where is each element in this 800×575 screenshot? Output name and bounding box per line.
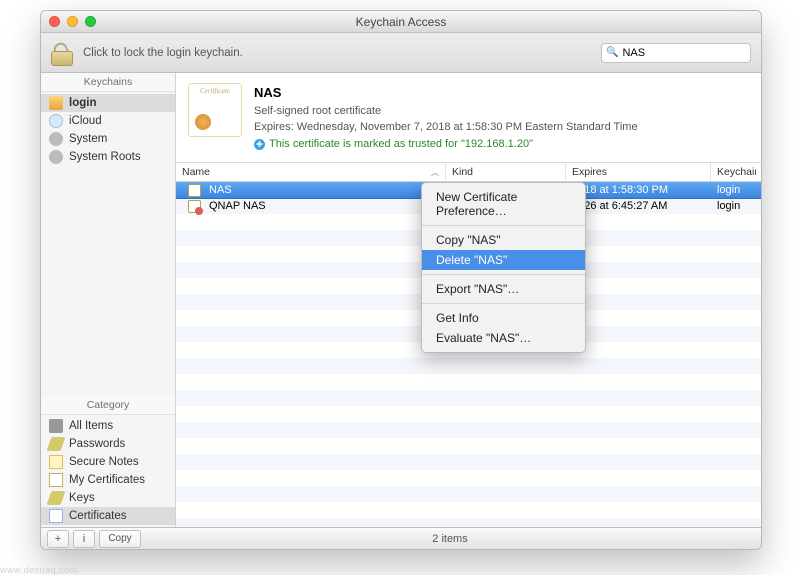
sidebar-item-label: Certificates xyxy=(69,510,127,522)
context-menu[interactable]: New Certificate Preference… Copy "NAS"Del… xyxy=(421,182,586,353)
keychain-access-window: Keychain Access Click to lock the login … xyxy=(40,10,762,550)
sidebar-item-label: All Items xyxy=(69,420,113,432)
ic-certs-icon xyxy=(49,509,63,523)
lock-hint-text: Click to lock the login keychain. xyxy=(83,47,243,59)
ic-gear-icon xyxy=(49,132,63,146)
sort-indicator-icon: ︿ xyxy=(431,167,439,178)
menu-separator xyxy=(422,225,585,226)
sidebar-item-label: login xyxy=(69,97,96,109)
menu-item[interactable]: New Certificate Preference… xyxy=(422,187,585,221)
sidebar-item-label: System xyxy=(69,133,107,145)
item-count: 2 items xyxy=(145,533,755,545)
ic-folder-icon xyxy=(49,96,63,110)
menu-item[interactable]: Get Info xyxy=(422,308,585,328)
menu-item[interactable]: Delete "NAS" xyxy=(422,250,585,270)
row-expires: 2026 at 6:45:27 AM xyxy=(566,197,711,215)
titlebar[interactable]: Keychain Access xyxy=(41,11,761,33)
ic-key-icon xyxy=(46,437,65,451)
copy-button[interactable]: Copy xyxy=(99,530,141,548)
col-kind[interactable]: Kind xyxy=(446,163,566,181)
certificate-detail: NAS Self-signed root certificate Expires… xyxy=(176,73,761,163)
sidebar-item-label: Passwords xyxy=(69,438,125,450)
detail-trust: This certificate is marked as trusted fo… xyxy=(254,136,638,153)
sidebar-item-system[interactable]: System xyxy=(41,130,175,148)
search-icon: 🔍 xyxy=(606,47,618,58)
table-header[interactable]: Name︿ Kind Expires Keychain xyxy=(176,163,761,182)
ic-note-icon xyxy=(49,455,63,469)
lock-icon[interactable] xyxy=(51,40,73,66)
sidebar-item-my-certificates[interactable]: My Certificates xyxy=(41,471,175,489)
row-keychain: login xyxy=(711,197,756,215)
sidebar-item-all-items[interactable]: All Items xyxy=(41,417,175,435)
ic-cloud-icon xyxy=(49,114,63,128)
watermark: www.desuaq.com xyxy=(0,565,78,575)
sidebar-item-label: Secure Notes xyxy=(69,456,139,468)
sidebar-item-passwords[interactable]: Passwords xyxy=(41,435,175,453)
toolbar: Click to lock the login keychain. 🔍 ✕ xyxy=(41,33,761,73)
sidebar-item-icloud[interactable]: iCloud xyxy=(41,112,175,130)
col-keychain[interactable]: Keychain xyxy=(711,163,756,181)
table-body[interactable]: NAS2018 at 1:58:30 PMloginQNAP NAS2026 a… xyxy=(176,182,761,527)
col-expires[interactable]: Expires xyxy=(566,163,711,181)
ic-key-icon xyxy=(46,491,65,505)
row-name: QNAP NAS xyxy=(209,200,266,212)
menu-item[interactable]: Evaluate "NAS"… xyxy=(422,328,585,348)
sidebar-keychains-header: Keychains xyxy=(41,73,175,92)
detail-name: NAS xyxy=(254,83,638,103)
window-title: Keychain Access xyxy=(41,15,761,29)
detail-expires: Expires: Wednesday, November 7, 2018 at … xyxy=(254,119,638,136)
main-pane: NAS Self-signed root certificate Expires… xyxy=(176,73,761,527)
certificate-icon xyxy=(188,83,242,137)
menu-separator xyxy=(422,303,585,304)
sidebar-item-keys[interactable]: Keys xyxy=(41,489,175,507)
sidebar-category-header: Category xyxy=(41,396,175,415)
col-name[interactable]: Name︿ xyxy=(176,163,446,181)
sidebar-item-login[interactable]: login xyxy=(41,94,175,112)
ic-cert-icon xyxy=(49,473,63,487)
sidebar-item-label: System Roots xyxy=(69,151,141,163)
detail-kind: Self-signed root certificate xyxy=(254,103,638,120)
sidebar-item-label: My Certificates xyxy=(69,474,145,486)
search-input[interactable] xyxy=(622,47,762,59)
sidebar-item-label: iCloud xyxy=(69,115,102,127)
certificate-row-icon xyxy=(188,200,201,213)
menu-item[interactable]: Export "NAS"… xyxy=(422,279,585,299)
info-button[interactable]: i xyxy=(73,530,95,548)
menu-separator xyxy=(422,274,585,275)
add-button[interactable]: + xyxy=(47,530,69,548)
sidebar-item-label: Keys xyxy=(69,492,95,504)
sidebar-item-secure-notes[interactable]: Secure Notes xyxy=(41,453,175,471)
certificate-row-icon xyxy=(188,184,201,197)
sidebar-item-system-roots[interactable]: System Roots xyxy=(41,148,175,166)
status-bar: + i Copy 2 items xyxy=(41,527,761,549)
sidebar-item-certificates[interactable]: Certificates xyxy=(41,507,175,525)
row-name: NAS xyxy=(209,184,232,196)
sidebar: Keychains loginiCloudSystemSystem Roots … xyxy=(41,73,176,527)
search-field[interactable]: 🔍 ✕ xyxy=(601,43,751,63)
ic-allkey-icon xyxy=(49,419,63,433)
ic-gear-icon xyxy=(49,150,63,164)
menu-item[interactable]: Copy "NAS" xyxy=(422,230,585,250)
